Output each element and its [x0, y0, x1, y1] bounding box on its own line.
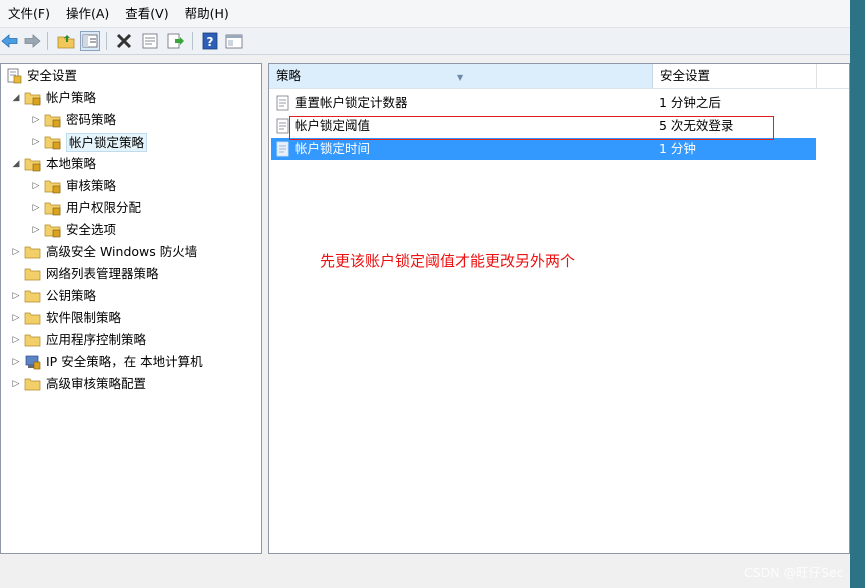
app-window: 文件(F) 操作(A) 查看(V) 帮助(H) ? 安全设置 ◢ 帐户策略 ▷ …	[0, 0, 850, 588]
folder-lock-icon	[44, 200, 62, 216]
policy-name: 重置帐户锁定计数器	[295, 95, 408, 110]
tree-label: 高级审核策略配置	[46, 376, 147, 391]
security-settings-icon	[5, 68, 23, 84]
menu-bar: 文件(F) 操作(A) 查看(V) 帮助(H)	[0, 0, 850, 28]
folder-lock-icon	[24, 90, 42, 106]
expand-icon[interactable]: ▷	[11, 291, 21, 301]
expand-icon[interactable]: ▷	[11, 379, 21, 389]
tree-item-user-rights[interactable]: ▷ 用户权限分配	[31, 198, 141, 218]
policy-name: 帐户锁定时间	[295, 141, 371, 156]
folder-lock-icon	[44, 222, 62, 238]
delete-icon[interactable]	[114, 31, 134, 51]
svg-text:?: ?	[207, 35, 214, 49]
folder-lock-icon	[44, 178, 62, 194]
tree-item-account-policies[interactable]: ◢ 帐户策略	[11, 88, 96, 108]
folder-icon	[24, 376, 42, 392]
console-icon[interactable]	[224, 31, 244, 51]
expand-icon[interactable]: ▷	[11, 335, 21, 345]
expand-icon[interactable]: ▷	[31, 225, 41, 235]
show-hide-tree-icon[interactable]	[80, 31, 100, 51]
export-icon[interactable]	[165, 31, 185, 51]
folder-icon	[24, 310, 42, 326]
desktop-background	[850, 0, 865, 588]
expand-icon[interactable]: ▷	[11, 357, 21, 367]
toolbar: ?	[0, 28, 850, 55]
tree-label: 本地策略	[46, 156, 97, 171]
menu-action[interactable]: 操作(A)	[58, 3, 117, 25]
tree-label: IP 安全策略，在 本地计算机	[46, 354, 203, 369]
tree-label: 高级安全 Windows 防火墙	[46, 244, 198, 259]
tree-item-firewall[interactable]: ▷ 高级安全 Windows 防火墙	[11, 242, 198, 262]
folder-icon	[24, 332, 42, 348]
tree-item-netlist[interactable]: 网络列表管理器策略	[24, 264, 159, 284]
list-header: 策略 ▼ 安全设置	[269, 64, 849, 89]
menu-file[interactable]: 文件(F)	[0, 3, 58, 25]
expand-icon[interactable]: ▷	[31, 137, 41, 147]
tree-label: 审核策略	[66, 178, 117, 193]
tree-item-lockout-policy[interactable]: ▷ 帐户锁定策略	[31, 132, 148, 152]
policy-setting: 1 分钟之后	[659, 95, 721, 110]
up-folder-icon[interactable]	[56, 31, 76, 51]
tree-label: 软件限制策略	[46, 310, 122, 325]
tree-item-password-policy[interactable]: ▷ 密码策略	[31, 110, 116, 130]
policy-icon	[275, 95, 291, 111]
expand-icon[interactable]: ▷	[11, 313, 21, 323]
tree-item-public-key[interactable]: ▷ 公钥策略	[11, 286, 96, 306]
forward-arrow-icon[interactable]	[22, 31, 42, 51]
status-bar	[0, 556, 850, 588]
folder-lock-icon	[44, 134, 62, 150]
folder-icon	[24, 288, 42, 304]
tree-item-root[interactable]: 安全设置	[5, 66, 77, 86]
tree-label: 帐户策略	[46, 90, 97, 105]
tree-label: 安全设置	[27, 68, 78, 83]
folder-icon	[24, 244, 42, 260]
tree-label: 公钥策略	[46, 288, 97, 303]
tree-item-software-restriction[interactable]: ▷ 软件限制策略	[11, 308, 121, 328]
tree-label: 安全选项	[66, 222, 117, 237]
tree-item-adv-audit[interactable]: ▷ 高级审核策略配置	[11, 374, 146, 394]
tree-item-ipsec[interactable]: ▷ IP 安全策略，在 本地计算机	[11, 352, 203, 372]
folder-lock-icon	[44, 112, 62, 128]
collapse-icon[interactable]: ◢	[11, 93, 21, 103]
back-arrow-icon[interactable]	[0, 31, 20, 51]
tree-label: 用户权限分配	[66, 200, 142, 215]
list-row-reset-counter[interactable]: 重置帐户锁定计数器 1 分钟之后	[271, 92, 816, 114]
ip-security-icon	[24, 354, 42, 370]
help-icon[interactable]: ?	[200, 31, 220, 51]
list-row-lockout-duration[interactable]: 帐户锁定时间 1 分钟	[271, 138, 816, 160]
collapse-icon[interactable]: ◢	[11, 159, 21, 169]
menu-view[interactable]: 查看(V)	[117, 3, 176, 25]
tree-item-audit-policy[interactable]: ▷ 审核策略	[31, 176, 116, 196]
tree-label: 网络列表管理器策略	[46, 266, 159, 281]
annotation-text: 先更该账户锁定阈值才能更改另外两个	[320, 252, 576, 270]
expand-icon[interactable]: ▷	[31, 203, 41, 213]
tree-label: 帐户锁定策略	[66, 132, 148, 152]
properties-icon[interactable]	[140, 31, 160, 51]
policy-setting: 1 分钟	[659, 141, 696, 156]
expand-icon[interactable]: ▷	[11, 247, 21, 257]
tree-label: 应用程序控制策略	[46, 332, 147, 347]
policy-icon	[275, 141, 291, 157]
tree-label: 密码策略	[66, 112, 117, 127]
column-header-label: 策略	[276, 68, 302, 83]
tree-item-security-options[interactable]: ▷ 安全选项	[31, 220, 116, 240]
folder-icon	[24, 266, 42, 282]
column-header-label: 安全设置	[660, 68, 711, 83]
expand-icon[interactable]: ▷	[31, 115, 41, 125]
sort-arrow-icon: ▼	[457, 73, 464, 82]
folder-lock-icon	[24, 156, 42, 172]
expand-icon[interactable]: ▷	[31, 181, 41, 191]
tree-item-local-policies[interactable]: ◢ 本地策略	[11, 154, 96, 174]
annotation-highlight-box	[289, 116, 774, 140]
column-header-policy[interactable]: 策略 ▼	[269, 64, 653, 88]
watermark: CSDN @旺仔Sec	[744, 565, 844, 580]
column-header-setting[interactable]: 安全设置	[653, 64, 817, 88]
menu-help[interactable]: 帮助(H)	[177, 3, 237, 25]
tree-item-app-control[interactable]: ▷ 应用程序控制策略	[11, 330, 146, 350]
tree-pane: 安全设置 ◢ 帐户策略 ▷ 密码策略 ▷ 帐户锁定策略 ◢ 本地策略 ▷ 审核策…	[0, 63, 262, 554]
